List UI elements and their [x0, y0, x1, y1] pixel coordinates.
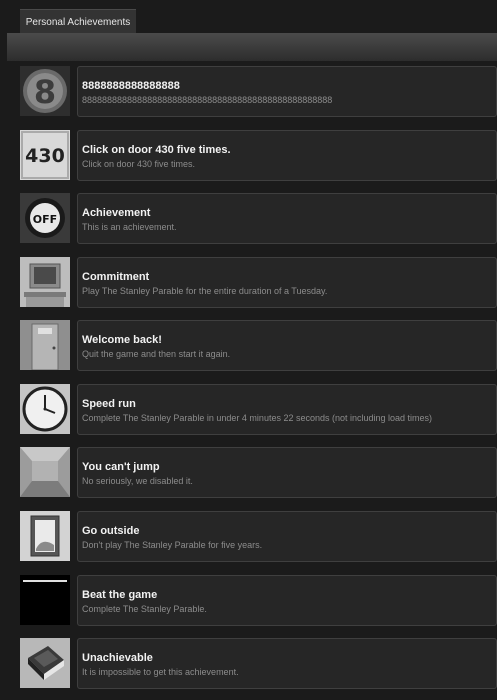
achievement-description: 8888888888888888888888888888888888888888… — [82, 95, 333, 105]
door-437-icon — [20, 320, 70, 370]
achievement-title: Click on door 430 five times. — [82, 144, 231, 156]
achievement-description: Don't play The Stanley Parable for five … — [82, 540, 263, 550]
book-icon — [20, 638, 70, 688]
achievement-row: Unachievable It is impossible to get thi… — [20, 638, 497, 689]
picture-frame-icon — [20, 511, 70, 561]
achievement-description: Complete The Stanley Parable in under 4 … — [82, 413, 433, 423]
achievement-card: Speed run Complete The Stanley Parable i… — [77, 384, 497, 435]
achievement-row: Welcome back! Quit the game and then sta… — [20, 320, 497, 371]
achievement-description: This is an achievement. — [82, 222, 177, 232]
achievement-row: Commitment Play The Stanley Parable for … — [20, 257, 497, 308]
achievement-row: 430 Click on door 430 five times. Click … — [20, 130, 497, 181]
achievement-description: Click on door 430 five times. — [82, 159, 196, 169]
door-430-icon: 430 — [20, 130, 70, 180]
achievement-card: Commitment Play The Stanley Parable for … — [77, 257, 497, 308]
achievement-description: No seriously, we disabled it. — [82, 476, 193, 486]
achievement-title: Beat the game — [82, 589, 158, 601]
achievement-title: You can't jump — [82, 461, 160, 473]
computer-desk-icon — [20, 257, 70, 307]
achievement-row: You can't jump No seriously, we disabled… — [20, 447, 497, 498]
achievement-title: Unachievable — [82, 652, 153, 664]
svg-text:430: 430 — [25, 145, 65, 167]
achievement-card: Unachievable It is impossible to get thi… — [77, 638, 497, 689]
achievement-title: Commitment — [82, 271, 150, 283]
achievement-card: Welcome back! Quit the game and then sta… — [77, 320, 497, 371]
achievement-card: Beat the game Complete The Stanley Parab… — [77, 575, 497, 626]
achievement-row: Go outside Don't play The Stanley Parabl… — [20, 511, 497, 562]
off-button-icon: OFF — [20, 193, 70, 243]
tab-personal-achievements[interactable]: Personal Achievements — [20, 9, 136, 35]
achievement-title: Speed run — [82, 398, 136, 410]
black-screen-icon — [20, 575, 70, 625]
achievement-title: Welcome back! — [82, 334, 162, 346]
achievement-row: Speed run Complete The Stanley Parable i… — [20, 384, 497, 435]
achievement-title: Achievement — [82, 207, 151, 219]
svg-text:OFF: OFF — [33, 213, 57, 226]
achievement-card: Achievement This is an achievement. — [77, 193, 497, 244]
achievement-row: 8 8888888888888888 888888888888888888888… — [20, 66, 497, 117]
achievement-description: It is impossible to get this achievement… — [82, 667, 239, 677]
achievement-card: 8888888888888888 88888888888888888888888… — [77, 66, 497, 117]
empty-room-icon — [20, 447, 70, 497]
achievement-title: 8888888888888888 — [82, 80, 180, 92]
achievement-card: Go outside Don't play The Stanley Parabl… — [77, 511, 497, 562]
achievement-description: Complete The Stanley Parable. — [82, 604, 207, 614]
header-bar — [7, 33, 497, 61]
number-eight-icon: 8 — [20, 66, 70, 116]
achievement-description: Play The Stanley Parable for the entire … — [82, 286, 328, 296]
achievement-title: Go outside — [82, 525, 140, 537]
achievement-row: Beat the game Complete The Stanley Parab… — [20, 575, 497, 626]
achievement-card: Click on door 430 five times. Click on d… — [77, 130, 497, 181]
achievement-card: You can't jump No seriously, we disabled… — [77, 447, 497, 498]
achievement-description: Quit the game and then start it again. — [82, 349, 231, 359]
achievement-row: OFF Achievement This is an achievement. — [20, 193, 497, 244]
svg-text:8: 8 — [34, 73, 56, 111]
clock-icon — [20, 384, 70, 434]
